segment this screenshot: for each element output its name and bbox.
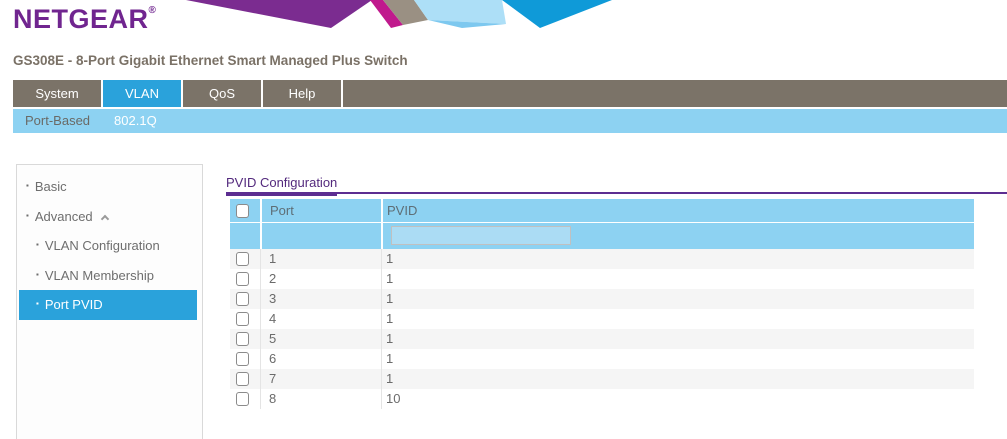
- sidebar-item-label: Basic: [35, 179, 67, 194]
- row-checkbox[interactable]: [236, 332, 249, 346]
- pvid-cell: 1: [381, 289, 974, 309]
- table-row[interactable]: 810: [230, 389, 974, 409]
- sidebar-item-basic[interactable]: ▪ Basic: [19, 172, 197, 202]
- pvid-filter-input[interactable]: [391, 226, 571, 245]
- row-checkbox[interactable]: [236, 292, 249, 306]
- port-column-header: Port: [260, 199, 381, 222]
- netgear-logo: NETGEAR®: [13, 4, 156, 35]
- row-checkbox-cell: [230, 249, 260, 269]
- nav-tab-vlan[interactable]: VLAN: [103, 80, 183, 107]
- table-row[interactable]: 31: [230, 289, 974, 309]
- table-body: 11213141516171810: [230, 249, 974, 409]
- sidebar-menu: ▪ Basic ▪ Advanced ▪ VLAN Configuration ▪ VLAN …: [16, 164, 203, 439]
- pvid-cell: 10: [381, 389, 974, 409]
- bullet-icon: ▪: [36, 240, 39, 249]
- port-cell: 4: [260, 309, 381, 329]
- sidebar-item-label: Port PVID: [45, 297, 103, 312]
- row-checkbox-cell: [230, 389, 260, 409]
- nav-tab-qos[interactable]: QoS: [183, 80, 263, 107]
- banner-shape-bright-blue: [502, 0, 612, 28]
- table-header-row: Port PVID: [230, 199, 974, 223]
- table-row[interactable]: 61: [230, 349, 974, 369]
- sidebar-item-label: VLAN Membership: [45, 268, 154, 283]
- page-title: GS308E - 8-Port Gigabit Ethernet Smart M…: [13, 53, 408, 68]
- registered-mark: ®: [149, 5, 157, 16]
- sidebar-item-port-pvid[interactable]: ▪ Port PVID: [19, 290, 197, 320]
- pvid-cell: 1: [381, 249, 974, 269]
- row-checkbox[interactable]: [236, 372, 249, 386]
- row-checkbox-cell: [230, 369, 260, 389]
- row-checkbox[interactable]: [236, 352, 249, 366]
- table-row[interactable]: 11: [230, 249, 974, 269]
- port-cell: 5: [260, 329, 381, 349]
- table-row[interactable]: 41: [230, 309, 974, 329]
- row-checkbox-cell: [230, 349, 260, 369]
- sidebar-item-advanced[interactable]: ▪ Advanced: [19, 202, 197, 232]
- table-row[interactable]: 51: [230, 329, 974, 349]
- row-checkbox-cell: [230, 289, 260, 309]
- bullet-icon: ▪: [36, 270, 39, 279]
- row-checkbox[interactable]: [236, 252, 249, 266]
- port-cell: 2: [260, 269, 381, 289]
- bullet-icon: ▪: [36, 299, 39, 308]
- port-cell: 8: [260, 389, 381, 409]
- select-all-checkbox[interactable]: [236, 204, 249, 218]
- sidebar-item-label: Advanced: [35, 209, 93, 224]
- subnav-item-802-1q[interactable]: 802.1Q: [102, 109, 169, 133]
- netgear-switch-admin-page: NETGEAR® GS308E - 8-Port Gigabit Etherne…: [0, 0, 1007, 439]
- filter-port-cell: [260, 223, 381, 249]
- pvid-table: Port PVID 11213141516171810: [230, 199, 974, 409]
- sidebar-item-vlan-membership[interactable]: ▪ VLAN Membership: [19, 261, 197, 291]
- row-checkbox-cell: [230, 329, 260, 349]
- nav-tab-system[interactable]: System: [13, 80, 103, 107]
- heading-rule: [226, 192, 1007, 194]
- sub-nav: Port-Based802.1Q: [13, 109, 1007, 133]
- chevron-up-icon: [100, 215, 108, 223]
- pvid-cell: 1: [381, 309, 974, 329]
- select-all-cell: [230, 199, 260, 222]
- main-nav: SystemVLANQoSHelp: [13, 80, 1007, 107]
- filter-pvid-cell: [381, 223, 974, 249]
- row-checkbox-cell: [230, 309, 260, 329]
- filter-checkbox-cell: [230, 223, 260, 249]
- banner-shape-light-blue-1: [414, 0, 506, 24]
- subnav-item-port-based[interactable]: Port-Based: [13, 109, 102, 133]
- banner-shape-purple: [186, 0, 372, 28]
- table-row[interactable]: 21: [230, 269, 974, 289]
- table-row[interactable]: 71: [230, 369, 974, 389]
- bullet-icon: ▪: [26, 211, 29, 220]
- sidebar-item-vlan-configuration[interactable]: ▪ VLAN Configuration: [19, 231, 197, 261]
- row-checkbox-cell: [230, 269, 260, 289]
- netgear-logo-text: NETGEAR: [13, 4, 149, 34]
- pvid-column-header: PVID: [381, 199, 974, 222]
- port-cell: 1: [260, 249, 381, 269]
- pvid-cell: 1: [381, 349, 974, 369]
- pvid-cell: 1: [381, 329, 974, 349]
- row-checkbox[interactable]: [236, 312, 249, 326]
- pvid-cell: 1: [381, 269, 974, 289]
- row-checkbox[interactable]: [236, 272, 249, 286]
- table-filter-row: [230, 223, 974, 249]
- port-cell: 7: [260, 369, 381, 389]
- bullet-icon: ▪: [26, 181, 29, 190]
- sidebar-item-label: VLAN Configuration: [45, 238, 160, 253]
- row-checkbox[interactable]: [236, 392, 249, 406]
- pvid-cell: 1: [381, 369, 974, 389]
- nav-tab-help[interactable]: Help: [263, 80, 343, 107]
- port-cell: 3: [260, 289, 381, 309]
- port-cell: 6: [260, 349, 381, 369]
